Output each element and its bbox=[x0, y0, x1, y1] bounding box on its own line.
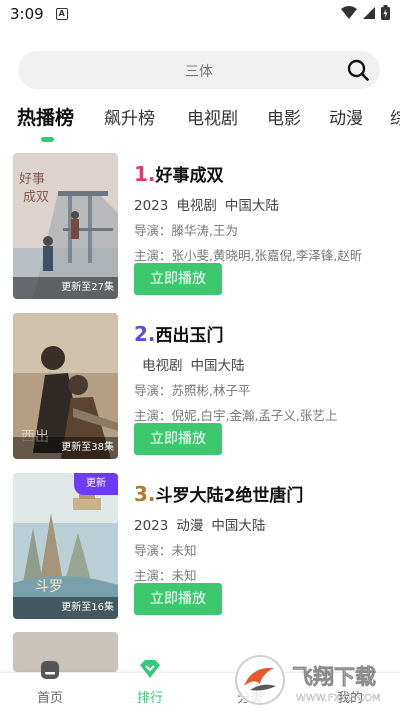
nav-home-label: 首页 bbox=[36, 691, 63, 706]
ranking-diamond-icon bbox=[140, 660, 160, 678]
title-text: 斗罗大陆2绝世唐门 bbox=[155, 486, 304, 506]
search-bar[interactable]: 三体 bbox=[18, 51, 380, 89]
status-time: 3:09 bbox=[10, 5, 44, 23]
item-director: 导演：苏照彬,林子平 bbox=[134, 383, 251, 398]
item-info: 3.斗罗大陆2绝世唐门 2023 动漫 中国大陆 导演：未知 主演：未知 bbox=[134, 481, 392, 584]
rank-number: 1. bbox=[134, 162, 156, 186]
item-director: 导演：滕华涛,王为 bbox=[134, 223, 238, 238]
svg-text:飞翔下载: 飞翔下载 bbox=[292, 665, 376, 689]
home-icon bbox=[41, 661, 59, 679]
item-meta: 2023 电视剧 中国大陆 bbox=[134, 194, 392, 214]
item-title[interactable]: 1.好事成双 bbox=[134, 161, 392, 186]
item-cast: 主演：张小斐,黄晓明,张嘉倪,李泽锋,赵昕 bbox=[134, 248, 363, 263]
item-director: 导演：未知 bbox=[134, 543, 197, 558]
wifi-icon bbox=[341, 5, 357, 19]
list-item[interactable]: 好事 成双 更新至27集 1.好事成双 2023 电视剧 中国大陆 导演：滕华涛,王… bbox=[13, 153, 393, 303]
item-cast: 主演：倪妮,白宇,金瀚,孟子义,张艺上 bbox=[134, 408, 338, 423]
item-cast: 主演：未知 bbox=[134, 568, 197, 583]
search-icon[interactable] bbox=[347, 59, 369, 81]
tab-rising[interactable]: 飙升榜 bbox=[104, 104, 155, 129]
title-text: 西出玉门 bbox=[155, 326, 224, 346]
category-tabs: 热播榜 飙升榜 电视剧 电影 动漫 综 bbox=[0, 100, 400, 144]
play-now-button[interactable]: 立即播放 bbox=[134, 263, 222, 295]
rank-number: 2. bbox=[134, 322, 156, 346]
poster-image[interactable]: 好事 成双 更新至27集 bbox=[13, 153, 118, 299]
item-genre: 电视剧 bbox=[176, 198, 217, 214]
svg-text:成双: 成双 bbox=[23, 190, 49, 205]
title-text: 好事成双 bbox=[155, 166, 224, 186]
item-region: 中国大陆 bbox=[224, 198, 279, 214]
poster-image[interactable]: 斗罗 更新 更新至16集 bbox=[13, 473, 118, 619]
item-region: 中国大陆 bbox=[190, 358, 245, 374]
tab-anime[interactable]: 动漫 bbox=[329, 104, 363, 129]
item-region: 中国大陆 bbox=[211, 518, 266, 534]
list-item[interactable]: 斗罗 更新 更新至16集 3.斗罗大陆2绝世唐门 2023 动漫 中国大陆 导演：未… bbox=[13, 473, 393, 623]
episode-badge: 更新至38集 bbox=[13, 437, 118, 459]
tab-movie[interactable]: 电影 bbox=[267, 104, 301, 129]
status-bar: 3:09 A bbox=[0, 0, 400, 28]
item-year: 2023 bbox=[134, 198, 169, 214]
item-info: 2.西出玉门 电视剧 中国大陆 导演：苏照彬,林子平 主演：倪妮,白宇,金瀚,孟子… bbox=[134, 321, 392, 424]
episode-badge: 更新至16集 bbox=[13, 597, 118, 619]
item-title[interactable]: 3.斗罗大陆2绝世唐门 bbox=[134, 481, 392, 506]
status-icons bbox=[341, 5, 390, 20]
battery-icon bbox=[381, 5, 390, 20]
item-year: 2023 bbox=[134, 518, 169, 534]
tab-variety[interactable]: 综 bbox=[390, 104, 400, 129]
search-input[interactable]: 三体 bbox=[18, 61, 380, 81]
item-meta: 2023 动漫 中国大陆 bbox=[134, 514, 392, 534]
svg-text:好事: 好事 bbox=[19, 172, 45, 187]
svg-text:斗罗: 斗罗 bbox=[35, 579, 63, 595]
svg-text:WWW.FXXZ.COM: WWW.FXXZ.COM bbox=[296, 693, 381, 704]
item-title[interactable]: 2.西出玉门 bbox=[134, 321, 392, 346]
tab-hot[interactable]: 热播榜 bbox=[17, 103, 74, 130]
poster-image[interactable]: 西出 更新至38集 bbox=[13, 313, 118, 459]
update-badge: 更新 bbox=[74, 473, 118, 495]
play-now-button[interactable]: 立即播放 bbox=[134, 423, 222, 455]
item-genre: 动漫 bbox=[176, 518, 204, 534]
notification-a-icon: A bbox=[55, 8, 68, 20]
list-item[interactable]: 西出 更新至38集 2.西出玉门 电视剧 中国大陆 导演：苏照彬,林子平 主演：倪… bbox=[13, 313, 393, 463]
episode-badge: 更新至27集 bbox=[13, 277, 118, 299]
play-now-button[interactable]: 立即播放 bbox=[134, 583, 222, 615]
active-tab-indicator bbox=[41, 137, 54, 142]
partial-list-item[interactable] bbox=[13, 632, 118, 672]
item-meta: 电视剧 中国大陆 bbox=[134, 354, 392, 374]
rank-number: 3. bbox=[134, 482, 156, 506]
item-genre: 电视剧 bbox=[142, 358, 183, 374]
tab-tv[interactable]: 电视剧 bbox=[187, 104, 238, 129]
watermark-logo: 飞翔下载 WWW.FXXZ.COM bbox=[232, 652, 392, 708]
signal-icon bbox=[363, 6, 375, 19]
nav-ranking-label: 排行 bbox=[136, 691, 163, 706]
item-info: 1.好事成双 2023 电视剧 中国大陆 导演：滕华涛,王为 主演：张小斐,黄晓明,… bbox=[134, 161, 392, 264]
